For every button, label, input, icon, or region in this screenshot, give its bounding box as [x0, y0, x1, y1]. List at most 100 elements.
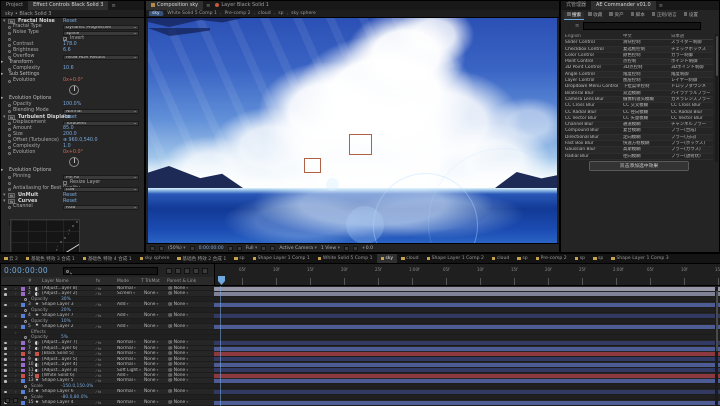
trkmat-dropdown[interactable]: None: [144, 368, 158, 373]
layer-duration-bar[interactable]: [214, 286, 720, 291]
tab-expression-manager[interactable]: 式管理器: [561, 1, 591, 10]
property-value[interactable]: 30%: [61, 297, 71, 302]
panel-menu-icon[interactable]: ≡: [111, 3, 115, 9]
translator-tab-1[interactable]: 搜索: [564, 11, 585, 20]
twirl-icon[interactable]: ›: [15, 286, 17, 291]
stopwatch-icon[interactable]: [24, 336, 27, 340]
visibility-eye-icon[interactable]: [4, 374, 7, 378]
twirl-icon[interactable]: ›: [15, 291, 17, 296]
exposure-value[interactable]: +0.0: [362, 246, 373, 251]
timeline-comp-tab[interactable]: Pre-comp 2: [532, 254, 571, 263]
layer-duration-bar[interactable]: [214, 292, 720, 297]
twirl-icon[interactable]: ›: [15, 302, 17, 307]
twirl-icon[interactable]: ▸: [1, 72, 3, 77]
visibility-eye-icon[interactable]: [4, 352, 7, 356]
breadcrumb-item[interactable]: sky: [149, 11, 163, 16]
trkmat-dropdown[interactable]: None: [144, 400, 158, 405]
visibility-eye-icon[interactable]: [4, 341, 7, 345]
stopwatch-icon[interactable]: [8, 55, 11, 59]
composition-viewport[interactable]: [148, 18, 557, 247]
parent-link-dropdown[interactable]: @ None: [168, 313, 188, 318]
parent-link-dropdown[interactable]: @ None: [168, 351, 188, 356]
stopwatch-icon[interactable]: [8, 139, 11, 143]
layer-label-chip[interactable]: [21, 292, 25, 297]
layer-label-chip[interactable]: [21, 341, 25, 345]
trkmat-dropdown[interactable]: None: [144, 291, 158, 296]
view-layout-dropdown[interactable]: 1 View: [321, 246, 340, 251]
layer-name[interactable]: Shape Layer 2: [42, 324, 92, 329]
visibility-eye-icon[interactable]: [4, 390, 7, 394]
scrollbar-thumb[interactable]: [715, 36, 718, 76]
stopwatch-icon[interactable]: [8, 25, 11, 29]
expand-layers-icon[interactable]: [5, 398, 10, 403]
layer-name[interactable]: [Black Solid 5]: [42, 351, 92, 356]
timeline-comp-tab[interactable]: sp: [589, 254, 607, 263]
layer-switches[interactable]: ⁄ fx: [96, 340, 101, 345]
layer-switches[interactable]: ⁄ fx: [96, 302, 101, 307]
motion-blur-icon[interactable]: [202, 267, 208, 274]
dial-icon[interactable]: [69, 84, 79, 95]
timeline-comp-tab[interactable]: Shape Layer 1 Comp 1: [249, 254, 314, 263]
curve-grid[interactable]: [10, 219, 80, 252]
trkmat-dropdown[interactable]: None: [144, 362, 158, 367]
stopwatch-icon[interactable]: [24, 385, 27, 389]
region-of-interest-icon[interactable]: [261, 245, 267, 251]
visibility-eye-icon[interactable]: [4, 287, 7, 291]
property-value[interactable]: -80.0,80.0%: [61, 395, 88, 400]
layer-duration-bar[interactable]: [214, 390, 720, 394]
parent-link-dropdown[interactable]: @ None: [168, 378, 188, 383]
stopwatch-icon[interactable]: [8, 31, 11, 35]
stopwatch-icon[interactable]: [24, 298, 27, 302]
layer-switches[interactable]: ⁄ fx: [96, 291, 101, 296]
draft-3d-icon[interactable]: [175, 267, 181, 274]
trkmat-dropdown[interactable]: None: [144, 378, 158, 383]
visibility-eye-icon[interactable]: [4, 303, 7, 307]
property-dropdown[interactable]: RGB: [63, 204, 139, 210]
twirl-icon[interactable]: ›: [15, 389, 17, 394]
parent-link-dropdown[interactable]: @ None: [168, 389, 188, 394]
show-channel-icon[interactable]: [236, 245, 242, 251]
layer-label-chip[interactable]: [21, 357, 25, 362]
layer-label-chip[interactable]: [21, 346, 25, 351]
blend-mode-dropdown[interactable]: Normal: [117, 351, 142, 356]
timeline-comp-tab[interactable]: sp: [513, 254, 531, 263]
tab-composition-sky[interactable]: Composition sky: [146, 1, 204, 10]
table-row[interactable]: Radial Blur 径向模糊 ブラー(放射状): [565, 154, 713, 160]
blend-mode-dropdown[interactable]: Normal: [117, 286, 142, 291]
col-trkmat[interactable]: T TrkMat: [141, 279, 160, 284]
tab-project[interactable]: Project: [1, 1, 28, 10]
parent-link-dropdown[interactable]: @ None: [168, 368, 188, 373]
translator-tab-4[interactable]: 脚本: [628, 12, 648, 20]
layer-name[interactable]: Shape Layer 7: [42, 313, 92, 318]
timeline-scrollbar[interactable]: [715, 287, 718, 405]
layer-switches[interactable]: ⁄ fx: [96, 313, 101, 318]
blend-mode-dropdown[interactable]: Normal: [117, 340, 142, 345]
visibility-eye-icon[interactable]: [4, 347, 7, 350]
property-value[interactable]: -150.0,150.0%: [61, 384, 93, 389]
layer-switches[interactable]: ⁄ fx: [96, 324, 101, 329]
layer-switches[interactable]: ⁄ fx: [96, 400, 101, 405]
stopwatch-icon[interactable]: [8, 37, 11, 41]
twirl-icon[interactable]: ›: [15, 330, 17, 335]
col-switches[interactable]: fx: [96, 279, 100, 284]
trkmat-dropdown[interactable]: None: [144, 313, 158, 318]
visibility-eye-icon[interactable]: [4, 292, 7, 296]
blend-mode-dropdown[interactable]: Normal: [117, 400, 142, 405]
property-dropdown[interactable]: Allow HDR Results: [63, 54, 139, 60]
layer-duration-bar[interactable]: [214, 373, 720, 378]
layer-duration-bar[interactable]: [214, 346, 720, 351]
layer-label-chip[interactable]: [21, 287, 25, 291]
layer-switches[interactable]: ⁄ fx: [96, 351, 101, 356]
property-dropdown[interactable]: Dynamic Progressive: [63, 24, 139, 30]
parent-link-dropdown[interactable]: @ None: [168, 291, 188, 296]
layer-switches[interactable]: ⁄ fx: [96, 357, 101, 362]
property-checkbox[interactable]: ✓: [63, 37, 67, 41]
layer-name[interactable]: [Adjust...ayer 2]: [42, 291, 92, 296]
twirl-icon[interactable]: ▸: [1, 96, 3, 101]
snapshot-icon[interactable]: [227, 245, 233, 251]
stopwatch-icon[interactable]: [8, 103, 11, 107]
blend-mode-dropdown[interactable]: Normal: [117, 362, 142, 367]
twirl-icon[interactable]: ›: [15, 373, 17, 378]
effect-search-input[interactable]: [583, 22, 701, 30]
fx-badge-icon[interactable]: fx: [8, 198, 15, 204]
